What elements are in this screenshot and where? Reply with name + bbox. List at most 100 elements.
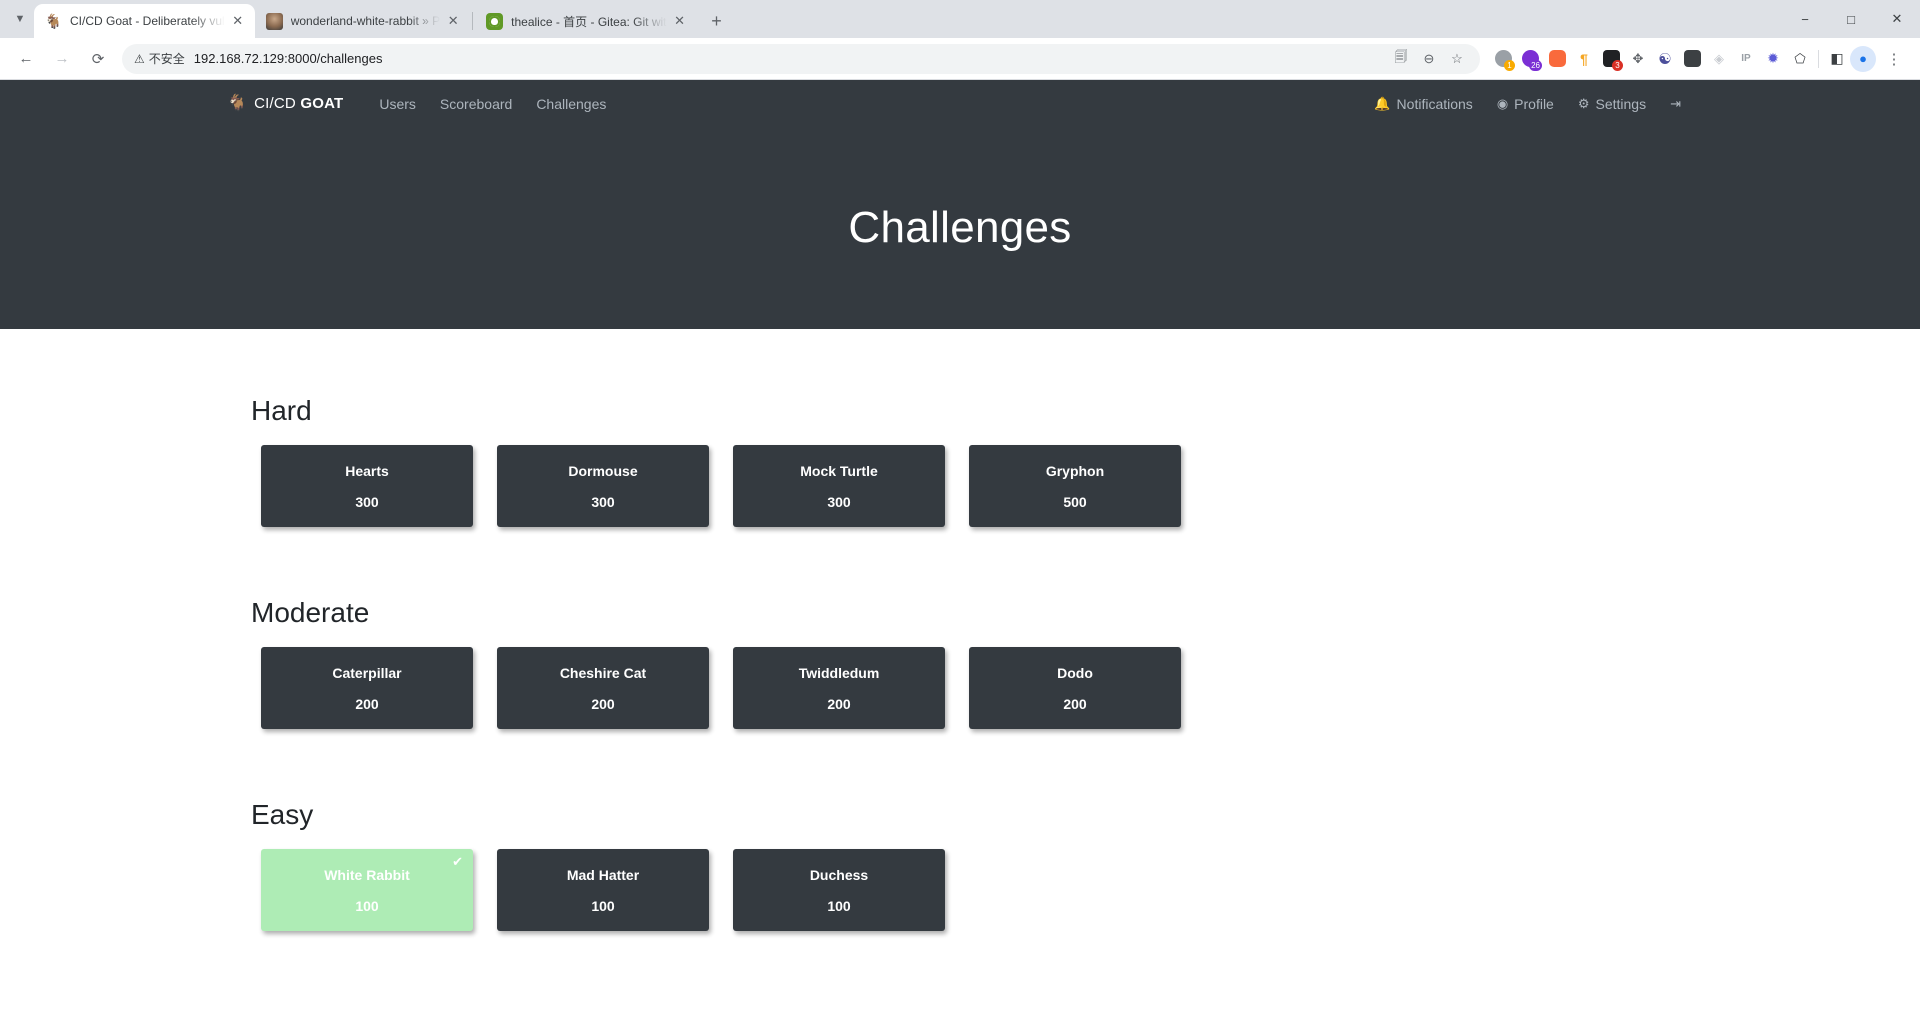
challenge-card-solved[interactable]: ✔ White Rabbit 100 — [261, 849, 473, 931]
challenge-name: Mad Hatter — [566, 866, 640, 883]
challenge-card[interactable]: Mock Turtle 300 — [733, 445, 945, 527]
gitlab-avatar-icon — [265, 12, 283, 30]
zoom-out-icon[interactable]: ⊖ — [1416, 46, 1442, 72]
challenge-name: Cheshire Cat — [559, 664, 647, 681]
extension-icon-11[interactable]: ✹ — [1760, 46, 1786, 72]
challenge-card[interactable]: Hearts 300 — [261, 445, 473, 527]
browser-window: ▼ 🐐 CI/CD Goat - Deliberately vul ✕ wond… — [0, 0, 1920, 1031]
tab-divider — [472, 12, 474, 30]
challenge-points: 200 — [591, 695, 615, 712]
challenge-points: 300 — [827, 493, 851, 510]
site-brand[interactable]: 🐐 CI/CD GOAT — [227, 95, 343, 112]
nav-item-settings[interactable]: ⚙ Settings — [1566, 88, 1658, 120]
globe-icon: ✹ — [1767, 50, 1779, 66]
extension-icon-5[interactable]: 3 — [1598, 46, 1624, 72]
extension-icon-6[interactable]: ✥ — [1625, 46, 1651, 72]
kebab-menu-icon[interactable]: ⋮ — [1879, 44, 1909, 74]
challenge-points: 300 — [355, 493, 379, 510]
extension-badge: 3 — [1612, 59, 1623, 71]
challenge-name: Hearts — [345, 462, 389, 479]
challenge-points: 200 — [827, 695, 851, 712]
extension-icon-9[interactable]: ◈ — [1706, 46, 1732, 72]
challenge-card[interactable]: Twiddledum 200 — [733, 647, 945, 729]
nav-item-label: Profile — [1514, 95, 1554, 112]
bell-icon: 🔔 — [1374, 96, 1391, 111]
category-row-easy: ✔ White Rabbit 100 Mad Hatter 100 Duches… — [227, 849, 1693, 955]
tab-close-icon[interactable]: ✕ — [671, 12, 689, 30]
challenge-card[interactable]: Mad Hatter 100 — [497, 849, 709, 931]
goat-icon: 🐐 — [45, 13, 62, 29]
challenge-card[interactable]: Gryphon 500 — [969, 445, 1181, 527]
tab-strip: ▼ 🐐 CI/CD Goat - Deliberately vul ✕ wond… — [0, 0, 1920, 38]
tab-title: thealice - 首页 - Gitea: Git wit — [511, 14, 667, 29]
extension-icon-12[interactable]: ⬠ — [1787, 46, 1813, 72]
challenge-points: 100 — [591, 897, 615, 914]
tab-close-icon[interactable]: ✕ — [444, 12, 462, 30]
nav-item-scoreboard[interactable]: Scoreboard — [428, 88, 524, 120]
extension-icon-8[interactable] — [1679, 46, 1705, 72]
minimize-button[interactable]: − — [1782, 0, 1828, 38]
challenge-card[interactable]: Cheshire Cat 200 — [497, 647, 709, 729]
nav-item-notifications[interactable]: 🔔 Notifications — [1362, 88, 1484, 120]
challenge-card[interactable]: Dormouse 300 — [497, 445, 709, 527]
check-icon: ✔ — [452, 854, 463, 869]
challenge-name: Twiddledum — [798, 664, 880, 681]
side-panel-icon[interactable]: ◧ — [1824, 46, 1850, 72]
profile-avatar[interactable]: ● — [1850, 45, 1876, 72]
pentagon-icon: ⬠ — [1794, 50, 1806, 66]
extension-icon-4[interactable]: ¶ — [1571, 46, 1597, 72]
challenge-name: Caterpillar — [332, 664, 402, 681]
new-tab-button[interactable]: + — [703, 7, 731, 35]
move-icon: ✥ — [1632, 50, 1644, 66]
browser-tab-2[interactable]: thealice - 首页 - Gitea: Git wit ✕ — [475, 4, 696, 38]
security-status[interactable]: ⚠ 不安全 — [134, 50, 185, 67]
primary-nav: Users Scoreboard Challenges — [367, 88, 618, 120]
extensions-tray: 1 26 ¶ 3 ✥ ☯ ◈ IP ✹ ⬠ — [1490, 46, 1813, 72]
challenge-name: White Rabbit — [324, 866, 410, 883]
address-bar[interactable]: ⚠ 不安全 192.168.72.129:8000/challenges 🗐 ⊖… — [122, 43, 1480, 74]
extension-icon-7[interactable]: ☯ — [1652, 46, 1678, 72]
challenge-card[interactable]: Duchess 100 — [733, 849, 945, 931]
forward-icon[interactable]: → — [47, 44, 77, 74]
nav-item-users[interactable]: Users — [367, 88, 428, 120]
ip-icon: IP — [1741, 53, 1751, 64]
nav-item-challenges[interactable]: Challenges — [524, 88, 618, 120]
extension-badge: 1 — [1504, 59, 1515, 71]
tab-search-icon[interactable]: ▼ — [6, 2, 34, 36]
extension-icon-10[interactable]: IP — [1733, 46, 1759, 72]
close-window-button[interactable]: ✕ — [1874, 0, 1920, 38]
extension-icon-1[interactable]: 1 — [1490, 46, 1516, 72]
challenge-card[interactable]: Caterpillar 200 — [261, 647, 473, 729]
category-heading-easy: Easy — [251, 799, 314, 830]
extension-icon-2[interactable]: 26 — [1517, 46, 1543, 72]
translate-icon[interactable]: 🗐 — [1388, 46, 1414, 72]
challenges-content: Hard Hearts 300 Dormouse 300 Mock Turtle… — [227, 329, 1693, 1031]
challenge-name: Duchess — [809, 866, 869, 883]
browser-tab-0[interactable]: 🐐 CI/CD Goat - Deliberately vul ✕ — [34, 4, 255, 38]
maximize-button[interactable]: □ — [1828, 0, 1874, 38]
reload-icon[interactable]: ⟳ — [83, 44, 113, 74]
diamond-icon: ◈ — [1714, 50, 1724, 66]
challenge-name: Dormouse — [568, 462, 638, 479]
challenge-name: Gryphon — [1045, 462, 1105, 479]
nav-item-logout[interactable]: ⇥ — [1658, 89, 1693, 118]
page-viewport: 🐐 CI/CD GOAT Users Scoreboard Challenges… — [0, 80, 1920, 1031]
nav-item-profile[interactable]: ◉ Profile — [1485, 88, 1566, 120]
security-label: 不安全 — [148, 52, 185, 66]
back-icon[interactable]: ← — [11, 44, 41, 74]
category-row-moderate: Caterpillar 200 Cheshire Cat 200 Twiddle… — [227, 647, 1693, 753]
challenge-card[interactable]: Dodo 200 — [969, 647, 1181, 729]
browser-tab-1[interactable]: wonderland-white-rabbit » P ✕ — [255, 4, 470, 38]
pilcrow-icon: ¶ — [1580, 50, 1588, 67]
challenge-points: 500 — [1063, 493, 1087, 510]
window-controls: − □ ✕ — [1782, 0, 1920, 38]
tab-close-icon[interactable]: ✕ — [229, 12, 247, 30]
extension-icon-3[interactable] — [1544, 46, 1570, 72]
gitea-icon — [486, 12, 504, 30]
challenge-points: 300 — [591, 493, 615, 510]
category-heading-moderate: Moderate — [251, 597, 370, 628]
star-icon[interactable]: ☆ — [1444, 46, 1470, 72]
warning-triangle-icon: ⚠ — [134, 51, 145, 66]
browser-toolbar: ← → ⟳ ⚠ 不安全 192.168.72.129:8000/challeng… — [0, 38, 1920, 80]
challenge-points: 200 — [1063, 695, 1087, 712]
